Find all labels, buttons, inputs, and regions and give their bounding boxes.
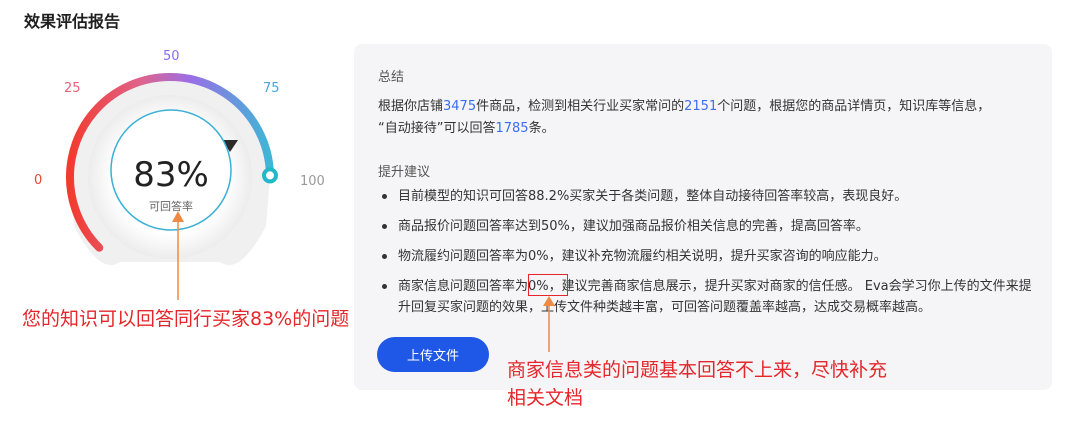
product-count: 3475	[443, 99, 477, 114]
summary-text: 根据你店铺3475件商品，检测到相关行业买家常问的2151个问题，根据您的商品详…	[378, 99, 991, 136]
gauge-chart	[66, 73, 278, 266]
gauge-tick-25: 25	[64, 81, 81, 96]
highlight-box	[528, 274, 568, 296]
advice-heading: 提升建议	[378, 165, 431, 180]
advice-item: 目前模型的知识可回答88.2%买家关于各类问题，整体自动接待回答率较高，表现良好…	[378, 186, 1038, 207]
advice-item: 物流履约问题回答率为0%，建议补充物流履约相关说明，提升买家咨询的响应能力。	[378, 246, 1038, 267]
annotation-right: 商家信息类的问题基本回答不上来，尽快补充相关文档	[507, 359, 888, 409]
annotation-left: 您的知识可以回答同行买家83%的问题	[22, 308, 350, 330]
answerable-count: 1785	[495, 121, 529, 136]
advice-item: 商品报价问题回答率达到50%，建议加强商品报价相关信息的完善，提高回答率。	[378, 216, 1038, 237]
gauge-tick-100: 100	[300, 174, 325, 189]
gauge-value: 83%	[133, 155, 209, 195]
summary-heading: 总结	[378, 70, 405, 85]
gauge-end-knob	[261, 167, 278, 184]
gauge-panel: 0 25 50 75 100	[0, 36, 340, 406]
advice-item: 商家信息问题回答率为0%，建议完善商家信息展示，提升买家对商家的信任感。 Eva…	[378, 276, 1038, 318]
advice-list: 目前模型的知识可回答88.2%买家关于各类问题，整体自动接待回答率较高，表现良好…	[378, 186, 1038, 327]
question-count: 2151	[684, 99, 718, 114]
page-title: 效果评估报告	[24, 12, 121, 31]
gauge-tick-75: 75	[263, 81, 280, 96]
gauge-tick-50: 50	[163, 49, 180, 64]
upload-file-button[interactable]: 上传文件	[377, 337, 489, 372]
gauge-label: 可回答率	[149, 200, 193, 213]
report-card: 总结 根据你店铺3475件商品，检测到相关行业买家常问的2151个问题，根据您的…	[354, 44, 1052, 390]
gauge-tick-0: 0	[34, 173, 43, 188]
